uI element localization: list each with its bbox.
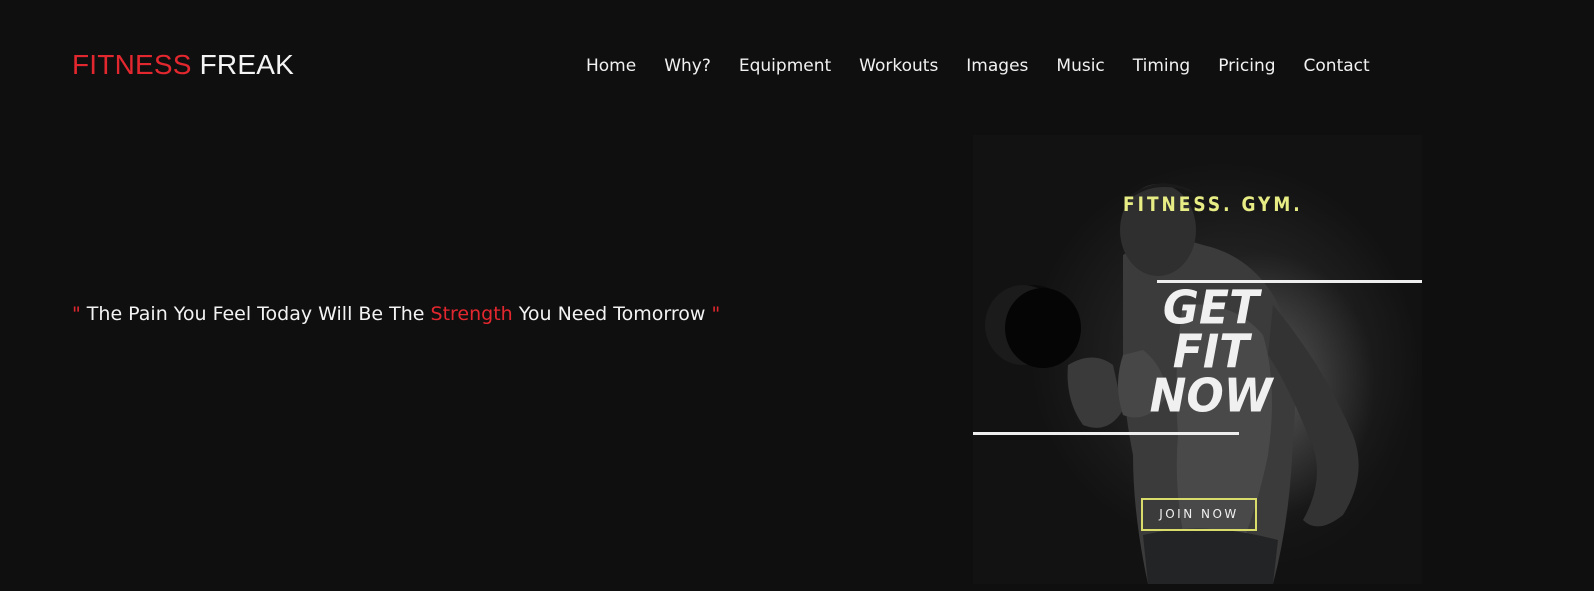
join-now-button[interactable]: JOIN NOW bbox=[1141, 498, 1257, 531]
page: FITNESS FREAK Home Why? Equipment Workou… bbox=[0, 0, 1594, 591]
quote-highlight: Strength bbox=[430, 303, 513, 325]
poster-divider-bottom bbox=[973, 432, 1239, 435]
quote-text-after: You Need Tomorrow bbox=[512, 303, 712, 325]
quote-close-mark: " bbox=[711, 303, 721, 325]
nav-workouts[interactable]: Workouts bbox=[859, 55, 938, 77]
headline-line-3: NOW bbox=[1149, 369, 1273, 424]
nav-images[interactable]: Images bbox=[966, 55, 1028, 77]
main-nav: Home Why? Equipment Workouts Images Musi… bbox=[586, 55, 1370, 77]
nav-home[interactable]: Home bbox=[586, 55, 636, 77]
nav-why[interactable]: Why? bbox=[664, 55, 711, 77]
poster-tagline: FITNESS. GYM. bbox=[1123, 193, 1303, 217]
nav-pricing[interactable]: Pricing bbox=[1218, 55, 1275, 77]
logo-part-freak: FREAK bbox=[199, 49, 294, 80]
quote-text-before: The Pain You Feel Today Will Be The bbox=[80, 303, 431, 325]
nav-contact[interactable]: Contact bbox=[1304, 55, 1370, 77]
nav-equipment[interactable]: Equipment bbox=[739, 55, 831, 77]
quote-open-mark: " bbox=[72, 303, 81, 325]
logo-part-fitness: FITNESS bbox=[72, 49, 192, 80]
promo-poster: FITNESS. GYM. GET FIT NOW JOIN NOW bbox=[973, 135, 1422, 584]
poster-headline: GET FIT NOW bbox=[1131, 285, 1291, 424]
site-logo[interactable]: FITNESS FREAK bbox=[72, 48, 294, 82]
nav-timing[interactable]: Timing bbox=[1133, 55, 1190, 77]
hero-quote: " The Pain You Feel Today Will Be The St… bbox=[72, 302, 720, 326]
nav-music[interactable]: Music bbox=[1056, 55, 1104, 77]
